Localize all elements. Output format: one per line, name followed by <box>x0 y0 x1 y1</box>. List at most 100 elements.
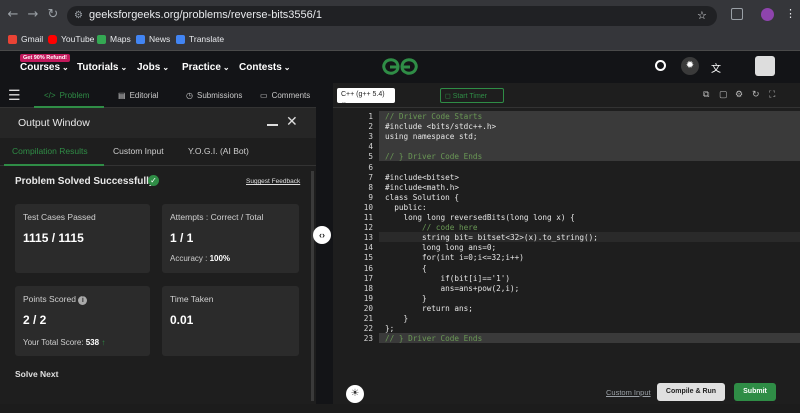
submit-button[interactable]: Submit <box>734 383 776 401</box>
line-number: 8 <box>368 182 373 192</box>
maps-icon <box>97 34 106 44</box>
search-icon[interactable] <box>655 60 666 71</box>
nav-courses[interactable]: Courses ⌄ <box>20 62 69 73</box>
address-bar[interactable]: ⚙ geeksforgeeks.org/problems/reverse-bit… <box>67 6 717 26</box>
code-line[interactable]: { <box>385 264 427 273</box>
editor-toolbar: C++ (g++ 5.4) ⌄ ◻ Start Timer ⧉ ▢ ⚙ ↻ ⛶ <box>333 83 800 108</box>
site-info-icon[interactable]: ⚙ <box>74 10 84 21</box>
code-area[interactable]: 1 // Driver Code Starts 2 #include <bits/st… <box>333 108 800 363</box>
panel-splitter[interactable]: ‹› <box>313 83 333 413</box>
code-line[interactable]: long long reversedBits(long long x) { <box>385 213 575 222</box>
tab-custom-input[interactable]: Custom Input <box>113 146 164 156</box>
code-line[interactable]: // } Driver Code Ends <box>385 152 482 161</box>
code-line[interactable]: using namespace std; <box>385 132 478 141</box>
code-line[interactable]: for(int i=0;i<=32;i++) <box>385 253 524 262</box>
tab-comments[interactable]: ▭ Comments <box>260 91 310 100</box>
chevron-down-icon: ⌄ <box>341 99 347 106</box>
tab-editorial[interactable]: ▤ Editorial <box>118 91 158 100</box>
forward-icon[interactable]: → <box>26 8 40 22</box>
chevron-down-icon: ⌄ <box>120 63 128 72</box>
total-score-line: Your Total Score: 538 ↑ <box>23 338 106 347</box>
settings-icon[interactable]: ⚙ <box>735 89 743 100</box>
line-number: 14 <box>363 243 373 253</box>
line-number: 5 <box>368 152 373 162</box>
document-icon[interactable]: ▢ <box>719 89 728 100</box>
code-line[interactable]: #include <bits/stdc++.h> <box>385 122 496 131</box>
code-line[interactable]: public: <box>385 203 426 212</box>
line-number: 1 <box>368 112 373 121</box>
bookmark-star-icon[interactable]: ☆ <box>697 9 707 22</box>
url-text: geeksforgeeks.org/problems/reverse-bits3… <box>89 9 322 21</box>
line-number: 16 <box>363 263 373 273</box>
gfg-logo[interactable] <box>382 57 418 77</box>
suggest-feedback-link[interactable]: Suggest Feedback <box>246 178 300 185</box>
compile-run-button[interactable]: Compile & Run <box>657 383 725 401</box>
close-icon[interactable]: ✕ <box>286 113 298 130</box>
bookmark-translate[interactable]: Translate <box>176 34 224 44</box>
reload-icon[interactable]: ↻ <box>46 8 60 22</box>
copy-icon[interactable]: ⧉ <box>703 89 709 100</box>
hamburger-menu-icon[interactable]: ☰ <box>8 87 21 104</box>
reset-icon[interactable]: ↻ <box>752 89 760 100</box>
nav-contests[interactable]: Contests ⌄ <box>239 62 291 73</box>
code-line[interactable]: ans=ans+pow(2,i); <box>385 284 520 293</box>
line-number: 20 <box>363 303 373 313</box>
back-icon[interactable]: ← <box>6 8 20 22</box>
line-number: 12 <box>363 223 373 233</box>
code-line-highlight <box>379 141 800 152</box>
custom-input-link[interactable]: Custom Input <box>606 388 651 397</box>
resize-handle-icon[interactable]: ‹› <box>313 226 331 244</box>
profile-avatar[interactable] <box>761 8 774 21</box>
language-select[interactable]: C++ (g++ 5.4) ⌄ <box>337 88 395 106</box>
code-line[interactable]: // Driver Code Starts <box>385 112 482 121</box>
code-line[interactable]: #include<math.h> <box>385 183 459 192</box>
code-line[interactable]: long long ans=0; <box>385 243 496 252</box>
info-icon[interactable]: i <box>78 296 88 305</box>
attempts-label: Attempts : Correct / Total <box>170 212 264 222</box>
user-avatar[interactable] <box>755 56 775 76</box>
line-number: 6 <box>368 162 373 172</box>
more-menu-icon[interactable]: ⋮ <box>785 7 796 20</box>
translate-page-icon[interactable]: 文 <box>711 60 721 75</box>
code-editor-panel: C++ (g++ 5.4) ⌄ ◻ Start Timer ⧉ ▢ ⚙ ↻ ⛶ … <box>333 83 800 413</box>
code-line[interactable]: // } Driver Code Ends <box>385 334 482 343</box>
theme-toggle-icon[interactable]: ☀ <box>346 385 364 403</box>
check-circle-icon: ✓ <box>148 175 159 186</box>
problem-panel: ☰ </> Problem ▤ Editorial ◷ Submissions ▭ Co… <box>0 83 316 413</box>
bookmark-maps[interactable]: Maps <box>97 34 131 44</box>
document-icon: ▤ <box>118 91 126 100</box>
line-number: 2 <box>368 122 373 132</box>
extensions-icon[interactable] <box>731 8 743 20</box>
line-number: 19 <box>363 293 373 303</box>
tab-problem[interactable]: </> Problem <box>44 91 89 100</box>
code-line[interactable]: } <box>385 294 427 303</box>
nav-jobs[interactable]: Jobs ⌄ <box>137 62 169 73</box>
points-card: Points Scored i 2 / 2 Your Total Score: … <box>15 286 150 356</box>
bookmark-news[interactable]: News <box>136 34 170 44</box>
scrollbar[interactable] <box>311 171 314 401</box>
code-line[interactable]: }; <box>385 324 394 333</box>
theme-toggle-icon[interactable]: ✹ <box>681 57 699 75</box>
minimize-icon[interactable] <box>267 124 278 126</box>
code-line[interactable]: string bit= bitset<32>(x).to_string(); <box>385 233 598 242</box>
tab-submissions[interactable]: ◷ Submissions <box>186 91 242 100</box>
problem-tabs: ☰ </> Problem ▤ Editorial ◷ Submissions ▭ Co… <box>0 83 316 108</box>
tab-compilation-results[interactable]: Compilation Results <box>12 146 88 156</box>
code-line[interactable]: #include<bitset> <box>385 173 459 182</box>
start-timer-button[interactable]: ◻ Start Timer <box>440 88 504 103</box>
bookmark-gmail[interactable]: Gmail <box>8 34 43 44</box>
nav-practice[interactable]: Practice ⌄ <box>182 62 230 73</box>
code-line[interactable]: class Solution { <box>385 193 459 202</box>
code-line[interactable]: // code here <box>385 223 478 232</box>
promo-badge[interactable]: Get 90% Refund! <box>20 54 71 62</box>
line-number: 15 <box>363 253 373 263</box>
code-line[interactable]: } <box>385 314 409 323</box>
line-number: 22 <box>363 324 373 334</box>
nav-tutorials[interactable]: Tutorials ⌄ <box>77 62 127 73</box>
bookmark-youtube[interactable]: YouTube <box>48 34 94 44</box>
line-number: 9 <box>368 192 373 202</box>
code-line[interactable]: if(bit[i]=='1') <box>385 274 510 283</box>
tab-yogi-bot[interactable]: Y.O.G.I. (AI Bot) <box>188 146 249 156</box>
fullscreen-icon[interactable]: ⛶ <box>769 89 775 100</box>
code-line[interactable]: return ans; <box>385 304 473 313</box>
